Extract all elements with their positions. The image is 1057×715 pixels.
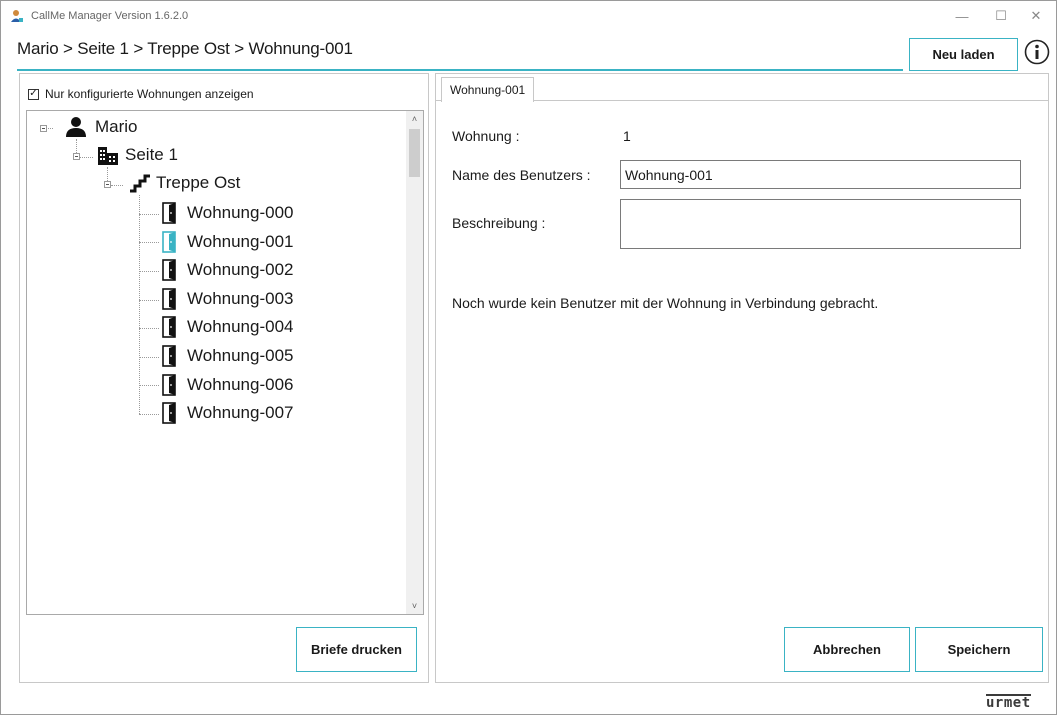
- apartment-tree[interactable]: Mario Seite 1 Treppe Ost Wohnung-000 Woh…: [26, 110, 424, 615]
- tree-node-seite[interactable]: Seite 1: [97, 145, 178, 165]
- person-icon: [66, 117, 86, 137]
- cancel-button[interactable]: Abbrechen: [784, 627, 910, 672]
- window-title: CallMe Manager Version 1.6.2.0: [31, 10, 189, 22]
- configured-only-checkbox[interactable]: ✓ Nur konfigurierte Wohnungen anzeigen: [28, 87, 254, 101]
- left-panel: ✓ Nur konfigurierte Wohnungen anzeigen M…: [19, 73, 429, 683]
- breadcrumb-underline: [17, 69, 903, 71]
- tree-connector: [111, 185, 123, 186]
- door-icon: [162, 230, 176, 253]
- tree-label-stair: Treppe Ost: [156, 173, 241, 192]
- tree-scrollbar[interactable]: ˄ ˅: [406, 111, 423, 614]
- apartment-number-value: 1: [623, 128, 631, 144]
- description-input[interactable]: [620, 199, 1021, 249]
- tree-label-apartment: Wohnung-001: [187, 231, 294, 251]
- title-bar[interactable]: CallMe Manager Version 1.6.2.0 — ☐ ✕: [1, 1, 1056, 31]
- tree-node-apartment[interactable]: Wohnung-005: [161, 345, 294, 367]
- tree-node-treppe[interactable]: Treppe Ost: [128, 173, 240, 193]
- tree-label-root: Mario: [95, 117, 138, 136]
- tree-node-apartment[interactable]: Wohnung-007: [161, 402, 294, 424]
- stairs-icon: [130, 174, 150, 193]
- description-label: Beschreibung :: [452, 215, 546, 231]
- collapse-toggle-mario[interactable]: [40, 125, 47, 132]
- maximize-button[interactable]: ☐: [986, 5, 1016, 27]
- door-icon: [162, 202, 176, 224]
- tree-connector: [139, 242, 159, 243]
- checkbox-check-icon[interactable]: ✓: [28, 88, 39, 100]
- door-icon: [162, 287, 176, 310]
- door-icon: [162, 259, 176, 281]
- tree-node-apartment[interactable]: Wohnung-001: [161, 230, 294, 253]
- door-icon: [162, 345, 176, 367]
- minimize-button[interactable]: —: [947, 5, 977, 27]
- close-button[interactable]: ✕: [1021, 5, 1051, 27]
- tree-label-apartment: Wohnung-006: [187, 374, 294, 394]
- tree-connector: [79, 157, 93, 158]
- tree-label-apartment: Wohnung-007: [187, 403, 294, 423]
- app-window: CallMe Manager Version 1.6.2.0 — ☐ ✕ Mar…: [0, 0, 1057, 715]
- door-icon: [162, 402, 176, 424]
- username-input[interactable]: [620, 160, 1021, 189]
- building-icon: [98, 147, 118, 165]
- tree-node-apartment[interactable]: Wohnung-003: [161, 287, 294, 310]
- door-icon: [162, 316, 176, 339]
- tree-connector: [139, 300, 159, 301]
- tree-node-apartment[interactable]: Wohnung-000: [161, 202, 294, 224]
- tree-connector: [139, 271, 159, 272]
- tree-node-apartment[interactable]: Wohnung-006: [161, 373, 294, 396]
- tree-connector: [139, 328, 159, 329]
- tree-label-apartment: Wohnung-005: [187, 346, 294, 365]
- tree-connector: [139, 214, 159, 215]
- no-user-message: Noch wurde kein Benutzer mit der Wohnung…: [452, 295, 879, 311]
- tree-connector: [139, 385, 159, 386]
- tree-label-page: Seite 1: [125, 145, 178, 164]
- apartment-number-label: Wohnung :: [452, 128, 520, 144]
- checkbox-label: Nur konfigurierte Wohnungen anzeigen: [45, 87, 254, 101]
- tree-label-apartment: Wohnung-002: [187, 260, 294, 280]
- breadcrumb: Mario > Seite 1 > Treppe Ost > Wohnung-0…: [17, 39, 353, 58]
- tree-node-apartment[interactable]: Wohnung-004: [161, 316, 294, 339]
- info-icon[interactable]: [1024, 39, 1050, 65]
- tree-connector: [139, 195, 140, 414]
- tab-apartment[interactable]: Wohnung-001: [441, 77, 535, 102]
- door-icon: [162, 373, 176, 396]
- tree-label-apartment: Wohnung-000: [187, 203, 294, 222]
- reload-button[interactable]: Neu laden: [909, 38, 1018, 71]
- collapse-toggle-seite[interactable]: [73, 153, 80, 160]
- tree-label-apartment: Wohnung-004: [187, 317, 294, 337]
- tree-node-apartment[interactable]: Wohnung-002: [161, 259, 294, 281]
- tree-label-apartment: Wohnung-003: [187, 288, 294, 308]
- tree-node-mario[interactable]: Mario: [65, 116, 138, 138]
- print-letters-button[interactable]: Briefe drucken: [296, 627, 417, 672]
- scroll-thumb[interactable]: [409, 129, 420, 177]
- username-label: Name des Benutzers :: [452, 167, 591, 183]
- scroll-up-icon[interactable]: ˄: [406, 111, 423, 127]
- scroll-down-icon[interactable]: ˅: [406, 598, 423, 614]
- collapse-toggle-treppe[interactable]: [104, 181, 111, 188]
- tree-connector: [139, 357, 159, 358]
- app-user-icon: [11, 10, 23, 22]
- tree-connector: [139, 414, 159, 415]
- save-button[interactable]: Speichern: [915, 627, 1043, 672]
- urmet-logo: urmet: [986, 694, 1031, 711]
